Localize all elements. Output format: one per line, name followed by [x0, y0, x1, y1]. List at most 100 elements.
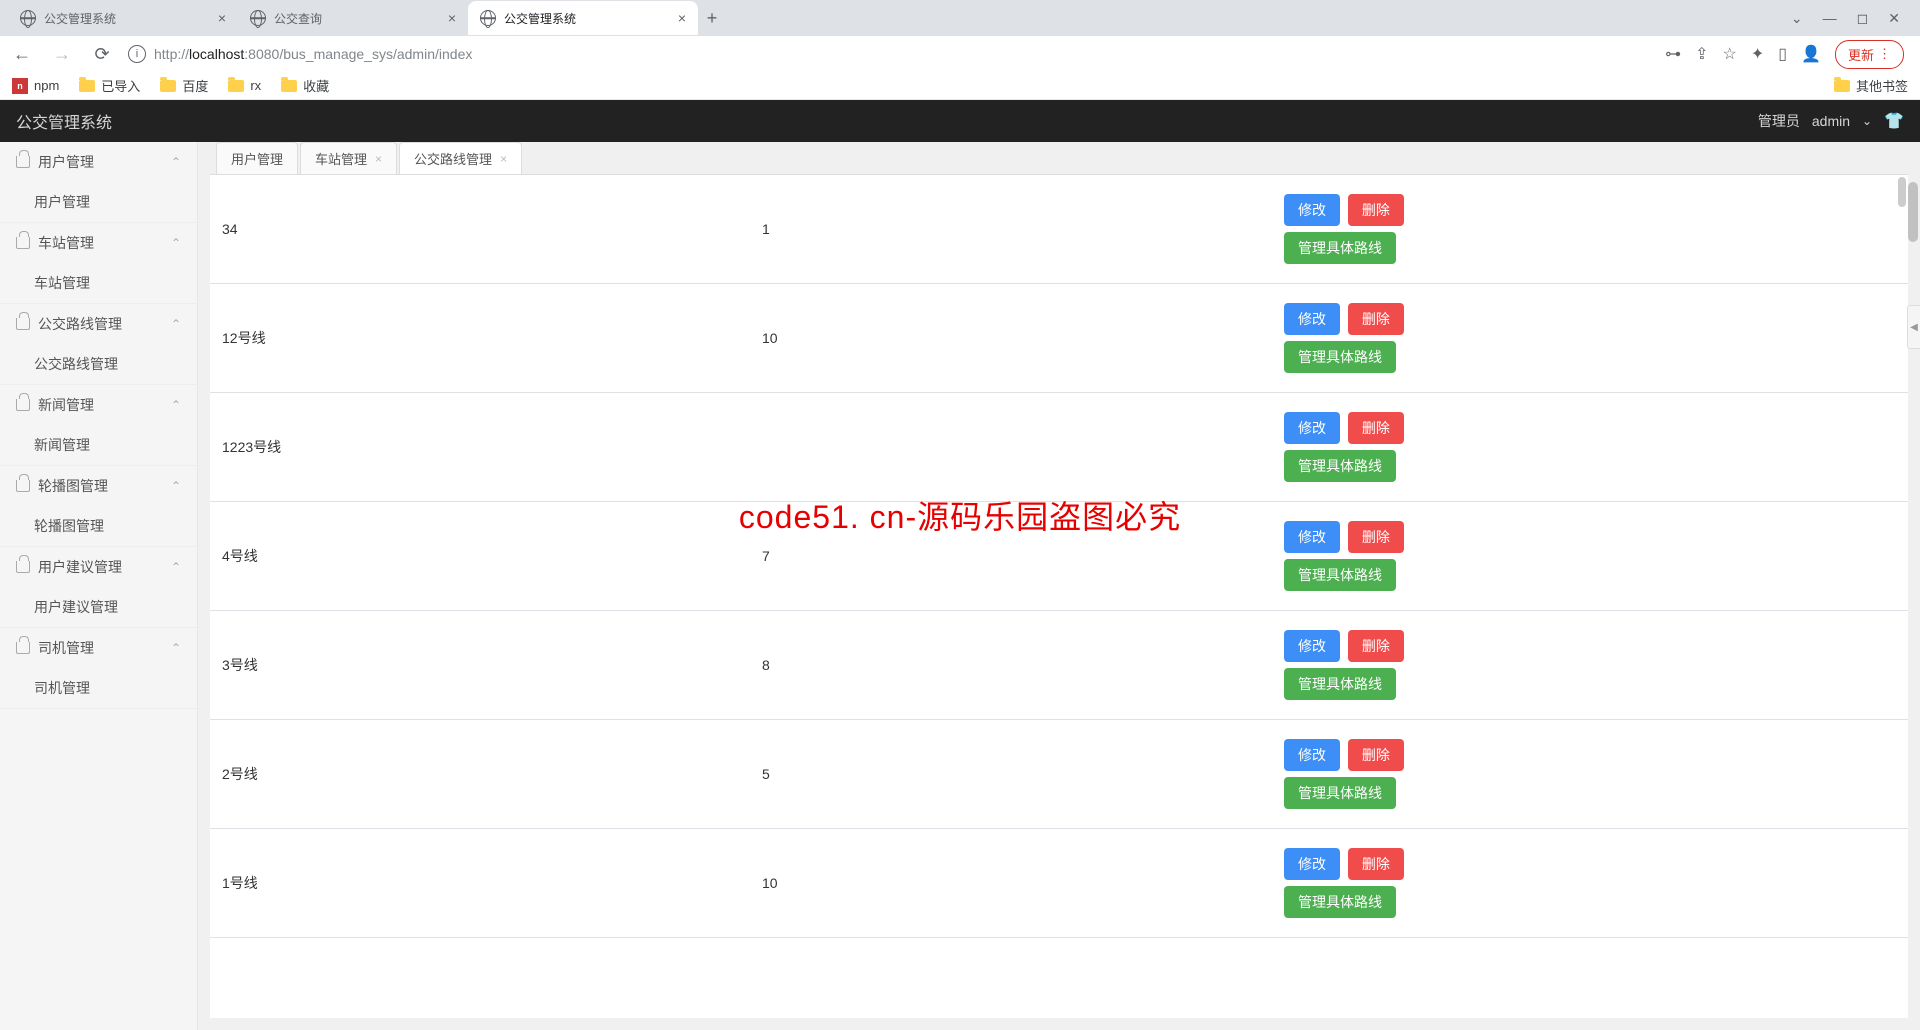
route-name-cell: 34: [210, 175, 750, 284]
tab-label: 用户管理: [231, 149, 283, 168]
nav-item[interactable]: 新闻管理: [0, 425, 197, 465]
nav-header-1[interactable]: 车站管理 ⌃: [0, 223, 197, 263]
scrollbar[interactable]: [1898, 177, 1906, 207]
edit-button[interactable]: 修改: [1284, 630, 1340, 662]
minimize-icon[interactable]: —: [1823, 10, 1837, 26]
nav-item[interactable]: 用户建议管理: [0, 587, 197, 627]
nav-header-6[interactable]: 司机管理 ⌃: [0, 628, 197, 668]
close-icon[interactable]: ×: [218, 10, 226, 26]
share-icon[interactable]: ⇪: [1695, 44, 1708, 64]
bag-icon: [16, 237, 30, 249]
new-tab-button[interactable]: +: [698, 4, 726, 32]
delete-button[interactable]: 删除: [1348, 630, 1404, 662]
manage-route-button[interactable]: 管理具体路线: [1284, 559, 1396, 591]
nav-item[interactable]: 轮播图管理: [0, 506, 197, 546]
table-row: 12号线 10 修改 删除 管理具体路线: [210, 284, 1908, 393]
manage-route-button[interactable]: 管理具体路线: [1284, 886, 1396, 918]
nav-item[interactable]: 车站管理: [0, 263, 197, 303]
nav-header-5[interactable]: 用户建议管理 ⌃: [0, 547, 197, 587]
username: admin: [1812, 113, 1850, 129]
route-name-cell: 1223号线: [210, 393, 750, 502]
manage-route-button[interactable]: 管理具体路线: [1284, 668, 1396, 700]
bookmark-npm[interactable]: nnpm: [12, 78, 59, 94]
delete-button[interactable]: 删除: [1348, 412, 1404, 444]
tab-title: 公交查询: [274, 10, 322, 27]
url-field[interactable]: i http://localhost:8080/bus_manage_sys/a…: [128, 45, 1653, 63]
bookmark-imported[interactable]: 已导入: [79, 76, 140, 95]
chevron-down-icon[interactable]: ⌄: [1791, 10, 1803, 27]
other-bookmarks[interactable]: 其他书签: [1834, 76, 1908, 95]
nav-header-3[interactable]: 新闻管理 ⌃: [0, 385, 197, 425]
route-count-cell: 5: [750, 720, 1270, 829]
close-icon[interactable]: ×: [678, 10, 686, 26]
panel-icon[interactable]: ▯: [1778, 44, 1787, 64]
manage-route-button[interactable]: 管理具体路线: [1284, 450, 1396, 482]
edit-button[interactable]: 修改: [1284, 739, 1340, 771]
edit-button[interactable]: 修改: [1284, 194, 1340, 226]
info-icon[interactable]: i: [128, 45, 146, 63]
chevron-icon: ⌃: [171, 155, 181, 169]
maximize-icon[interactable]: ◻: [1857, 10, 1869, 27]
url-text: http://localhost:8080/bus_manage_sys/adm…: [154, 46, 472, 62]
nav-item[interactable]: 司机管理: [0, 668, 197, 708]
nav-header-2[interactable]: 公交路线管理 ⌃: [0, 304, 197, 344]
tab-label: 车站管理: [315, 149, 367, 168]
delete-button[interactable]: 删除: [1348, 194, 1404, 226]
update-button[interactable]: 更新 ⋮: [1835, 40, 1904, 69]
nav-header-label: 司机管理: [38, 638, 94, 658]
nav-item[interactable]: 公交路线管理: [0, 344, 197, 384]
close-icon[interactable]: ×: [500, 152, 507, 166]
edit-button[interactable]: 修改: [1284, 303, 1340, 335]
star-icon[interactable]: ☆: [1723, 44, 1737, 64]
edit-button[interactable]: 修改: [1284, 848, 1340, 880]
folder-icon: [228, 80, 244, 92]
puzzle-icon[interactable]: ✦: [1751, 44, 1764, 64]
bookmark-collect[interactable]: 收藏: [281, 76, 329, 95]
delete-button[interactable]: 删除: [1348, 848, 1404, 880]
tshirt-icon[interactable]: 👕: [1884, 111, 1904, 131]
bookmark-baidu[interactable]: 百度: [160, 76, 208, 95]
bookmark-rx[interactable]: rx: [228, 78, 261, 93]
manage-route-button[interactable]: 管理具体路线: [1284, 777, 1396, 809]
nav-header-label: 用户管理: [38, 152, 94, 172]
sidebar-toggle[interactable]: ◀: [1907, 305, 1920, 349]
delete-button[interactable]: 删除: [1348, 521, 1404, 553]
delete-button[interactable]: 删除: [1348, 303, 1404, 335]
route-name-cell: 12号线: [210, 284, 750, 393]
content-tab-1[interactable]: 车站管理 ×: [300, 142, 397, 174]
browser-tab-1[interactable]: 公交管理系统 ×: [8, 1, 238, 35]
delete-button[interactable]: 删除: [1348, 739, 1404, 771]
manage-route-button[interactable]: 管理具体路线: [1284, 232, 1396, 264]
route-name-cell: 1号线: [210, 829, 750, 938]
close-icon[interactable]: ×: [375, 152, 382, 166]
route-count-cell: [750, 393, 1270, 502]
route-table: 34 1 修改 删除 管理具体路线 12号线 10 修改 删除 管理具体路线 1…: [210, 175, 1908, 938]
key-icon[interactable]: ⊶: [1665, 44, 1681, 64]
content-tab-0[interactable]: 用户管理: [216, 142, 298, 174]
folder-icon: [160, 80, 176, 92]
content-tabs: 用户管理车站管理×公交路线管理×: [198, 142, 1920, 174]
page-scrollbar[interactable]: [1908, 182, 1918, 242]
close-icon[interactable]: ×: [448, 10, 456, 26]
close-window-icon[interactable]: ✕: [1888, 10, 1900, 27]
bag-icon: [16, 156, 30, 168]
edit-button[interactable]: 修改: [1284, 521, 1340, 553]
back-button[interactable]: ←: [8, 40, 36, 68]
edit-button[interactable]: 修改: [1284, 412, 1340, 444]
browser-tab-2[interactable]: 公交查询 ×: [238, 1, 468, 35]
reload-button[interactable]: ⟳: [88, 40, 116, 68]
table-row: 34 1 修改 删除 管理具体路线: [210, 175, 1908, 284]
app-header: 公交管理系统 管理员 admin ⌄ 👕: [0, 100, 1920, 142]
content-tab-2[interactable]: 公交路线管理×: [399, 142, 522, 174]
user-area[interactable]: 管理员 admin ⌄ 👕: [1758, 111, 1904, 131]
forward-button[interactable]: →: [48, 40, 76, 68]
browser-tab-3[interactable]: 公交管理系统 ×: [468, 1, 698, 35]
manage-route-button[interactable]: 管理具体路线: [1284, 341, 1396, 373]
nav-header-0[interactable]: 用户管理 ⌃: [0, 142, 197, 182]
chevron-down-icon[interactable]: ⌄: [1862, 114, 1872, 128]
profile-icon[interactable]: 👤: [1801, 44, 1821, 64]
bag-icon: [16, 399, 30, 411]
sidebar: 用户管理 ⌃ 用户管理 车站管理 ⌃ 车站管理 公交路线管理 ⌃ 公交路线管理 …: [0, 142, 198, 1030]
nav-item[interactable]: 用户管理: [0, 182, 197, 222]
nav-header-4[interactable]: 轮播图管理 ⌃: [0, 466, 197, 506]
